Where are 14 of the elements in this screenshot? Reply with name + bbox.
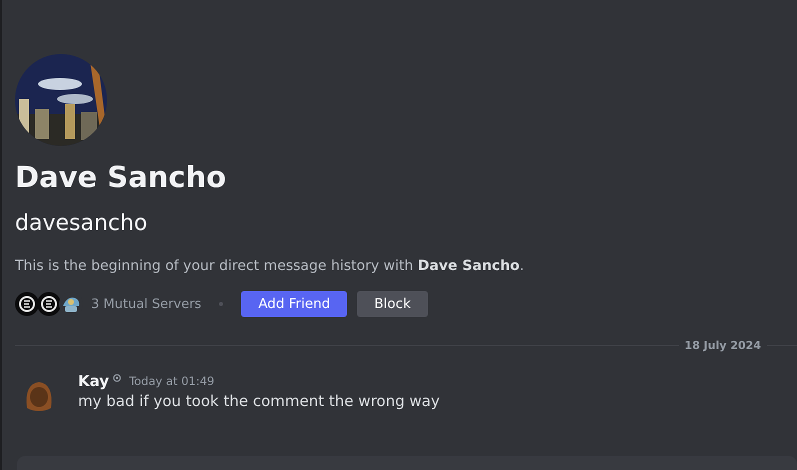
mutual-servers-link[interactable]: 3 Mutual Servers xyxy=(91,296,202,312)
separator-dot xyxy=(219,302,224,306)
message-text: my bad if you took the comment the wrong way xyxy=(78,392,440,410)
server-icon[interactable] xyxy=(37,292,61,316)
message-timestamp: Today at 01:49 xyxy=(129,374,214,388)
display-name: Dave Sancho xyxy=(15,159,228,195)
server-icon[interactable] xyxy=(15,292,39,316)
username: davesancho xyxy=(15,210,148,238)
intro-text: This is the beginning of your direct message history with Dave Sancho. xyxy=(15,257,526,275)
block-button[interactable]: Block xyxy=(357,291,428,317)
date-divider: 18 July 2024 xyxy=(684,339,762,352)
add-friend-button[interactable]: Add Friend xyxy=(241,291,348,317)
status-icon xyxy=(113,374,122,382)
message-author[interactable]: Kay xyxy=(78,372,110,390)
